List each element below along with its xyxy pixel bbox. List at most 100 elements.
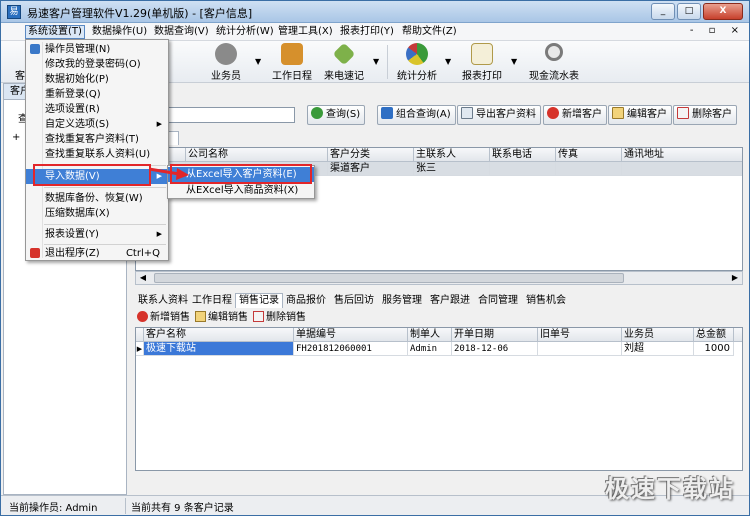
export-button[interactable]: 导出客户资料 — [457, 105, 541, 125]
tree-expander[interactable]: + — [12, 132, 20, 143]
column-header[interactable]: 客户分类 — [328, 148, 414, 162]
column-header[interactable]: 业务员 — [622, 328, 694, 342]
menu-system-settings[interactable]: 系统设置(T) — [25, 25, 85, 39]
statistics-button[interactable]: 统计分析 — [394, 43, 440, 82]
tab-after-sales[interactable]: 售后回访 — [331, 293, 377, 308]
title-bar: 易 易速客户管理软件V1.29(单机版) - [客户信息] _ □ X — [1, 1, 749, 23]
sales-grid[interactable]: 客户名称 单据编号 制单人 开单日期 旧单号 业务员 总金额 ▶ 极速下载站 F… — [135, 327, 743, 471]
table-cell[interactable]: 1000 — [694, 342, 734, 356]
edit-sale-button[interactable]: 编辑销售 — [195, 311, 248, 325]
minimize-button[interactable]: _ — [651, 3, 675, 20]
status-operator: 当前操作员: Admin — [9, 503, 98, 514]
menu-item-operator-management[interactable]: 操作员管理(N) — [26, 42, 168, 57]
menu-item-label: 数据初始化(P) — [45, 74, 109, 85]
delete-customer-button[interactable]: 删除客户 — [673, 105, 737, 125]
menu-item-import-products-excel[interactable]: 从EXcel导入商品资料(X) — [168, 183, 314, 198]
statistics-label: 统计分析 — [397, 71, 437, 82]
call-memo-label: 来电速记 — [324, 71, 364, 82]
delete-customer-label: 删除客户 — [692, 109, 732, 120]
add-customer-label: 新增客户 — [562, 109, 602, 120]
menu-item-options[interactable]: 选项设置(R) — [26, 102, 168, 117]
cash-flow-button[interactable]: 现金流水表 — [525, 43, 583, 82]
edit-icon — [195, 311, 206, 322]
tab-contacts[interactable]: 联系人资料 — [135, 293, 191, 308]
menu-item-label: 修改我的登录密码(O) — [45, 59, 141, 70]
column-header[interactable]: 旧单号 — [538, 328, 622, 342]
table-cell[interactable]: 极速下载站 — [144, 342, 294, 356]
report-icon — [471, 43, 493, 65]
report-print-button[interactable]: 报表打印 — [459, 43, 505, 82]
scroll-left-icon[interactable]: ◀ — [136, 272, 150, 284]
menu-item-custom-options[interactable]: 自定义选项(S) ▶ — [26, 117, 168, 132]
menu-help[interactable]: 帮助文件(Z) — [400, 25, 459, 39]
column-header[interactable]: 传真 — [556, 148, 622, 162]
chevron-down-icon[interactable]: ▼ — [445, 57, 451, 66]
schedule-button[interactable]: 工作日程 — [269, 43, 315, 82]
menu-report-print[interactable]: 报表打印(Y) — [338, 25, 396, 39]
menu-item-relogin[interactable]: 重新登录(Q) — [26, 87, 168, 102]
menu-item-backup-restore[interactable]: 数据库备份、恢复(W) — [26, 191, 168, 206]
menu-item-data-init[interactable]: 数据初始化(P) — [26, 72, 168, 87]
scroll-thumb[interactable] — [154, 273, 624, 283]
menu-management-tools[interactable]: 管理工具(X) — [276, 25, 335, 39]
tab-quotes[interactable]: 商品报价 — [283, 293, 329, 308]
edit-customer-button[interactable]: 编辑客户 — [608, 105, 672, 125]
horizontal-scrollbar[interactable]: ◀ ▶ — [135, 271, 743, 285]
menu-item-change-password[interactable]: 修改我的登录密码(O) — [26, 57, 168, 72]
toolbar-clipped-label: 客 — [15, 71, 25, 82]
chevron-down-icon[interactable]: ▼ — [255, 57, 261, 66]
column-header[interactable]: 通讯地址 — [622, 148, 742, 162]
add-sale-button[interactable]: 新增销售 — [137, 311, 190, 325]
table-cell[interactable] — [538, 342, 622, 356]
call-memo-button[interactable]: 来电速记 — [321, 42, 367, 82]
column-header[interactable]: 单据编号 — [294, 328, 408, 342]
table-cell[interactable] — [622, 162, 742, 176]
column-header[interactable]: 总金额 — [694, 328, 734, 342]
tab-opportunities[interactable]: 销售机会 — [523, 293, 569, 308]
delete-sale-button[interactable]: 删除销售 — [253, 311, 306, 325]
scroll-right-icon[interactable]: ▶ — [728, 272, 742, 284]
column-header[interactable]: 主联系人 — [414, 148, 490, 162]
menu-separator — [44, 224, 166, 225]
column-header[interactable]: 制单人 — [408, 328, 452, 342]
menu-statistics[interactable]: 统计分析(W) — [214, 25, 276, 39]
add-customer-button[interactable]: 新增客户 — [543, 105, 607, 125]
table-cell[interactable]: 刘超 — [622, 342, 694, 356]
menu-item-find-duplicate-contacts[interactable]: 查找重复联系人资料(U) — [26, 147, 168, 162]
tab-followup[interactable]: 客户跟进 — [427, 293, 473, 308]
salesman-button[interactable]: 业务员 — [207, 43, 245, 82]
tab-contracts[interactable]: 合同管理 — [475, 293, 521, 308]
column-header[interactable]: 客户名称 — [144, 328, 294, 342]
column-header[interactable]: 开单日期 — [452, 328, 538, 342]
cash-flow-label: 现金流水表 — [529, 71, 579, 82]
table-cell[interactable] — [556, 162, 622, 176]
column-header[interactable]: 公司名称 — [186, 148, 328, 162]
table-cell[interactable]: Admin — [408, 342, 452, 356]
menu-item-report-settings[interactable]: 报表设置(Y) ▶ — [26, 227, 168, 242]
add-icon — [137, 311, 148, 322]
column-header[interactable]: 联系电话 — [490, 148, 556, 162]
menu-item-exit[interactable]: 退出程序(Z) Ctrl+Q — [26, 246, 168, 261]
table-cell[interactable]: FH201812060001 — [294, 342, 408, 356]
tab-service[interactable]: 服务管理 — [379, 293, 425, 308]
tab-sales-records[interactable]: 销售记录 — [235, 293, 283, 308]
menu-item-compress-db[interactable]: 压缩数据库(X) — [26, 206, 168, 221]
menu-item-label: 数据库备份、恢复(W) — [45, 193, 143, 204]
query-button[interactable]: 查询(S) — [307, 105, 366, 125]
table-cell[interactable]: 渠道客户 — [328, 162, 414, 176]
menu-item-find-duplicate-customers[interactable]: 查找重复客户资料(T) — [26, 132, 168, 147]
table-cell[interactable]: 2018-12-06 — [452, 342, 538, 356]
table-cell[interactable] — [490, 162, 556, 176]
chevron-down-icon[interactable]: ▼ — [511, 57, 517, 66]
chevron-down-icon[interactable]: ▼ — [373, 57, 379, 66]
menu-data-operations[interactable]: 数据操作(U) — [90, 25, 149, 39]
menu-data-query[interactable]: 数据查询(V) — [152, 25, 211, 39]
mdi-controls[interactable]: - ▫ × — [690, 25, 745, 36]
combo-query-button[interactable]: 组合查询(A) — [377, 105, 456, 125]
tab-schedule[interactable]: 工作日程 — [189, 293, 235, 308]
search-input[interactable] — [167, 107, 295, 123]
magnifier-icon — [545, 43, 563, 61]
close-button[interactable]: X — [703, 3, 743, 20]
table-cell[interactable]: 张三 — [414, 162, 490, 176]
maximize-button[interactable]: □ — [677, 3, 701, 20]
